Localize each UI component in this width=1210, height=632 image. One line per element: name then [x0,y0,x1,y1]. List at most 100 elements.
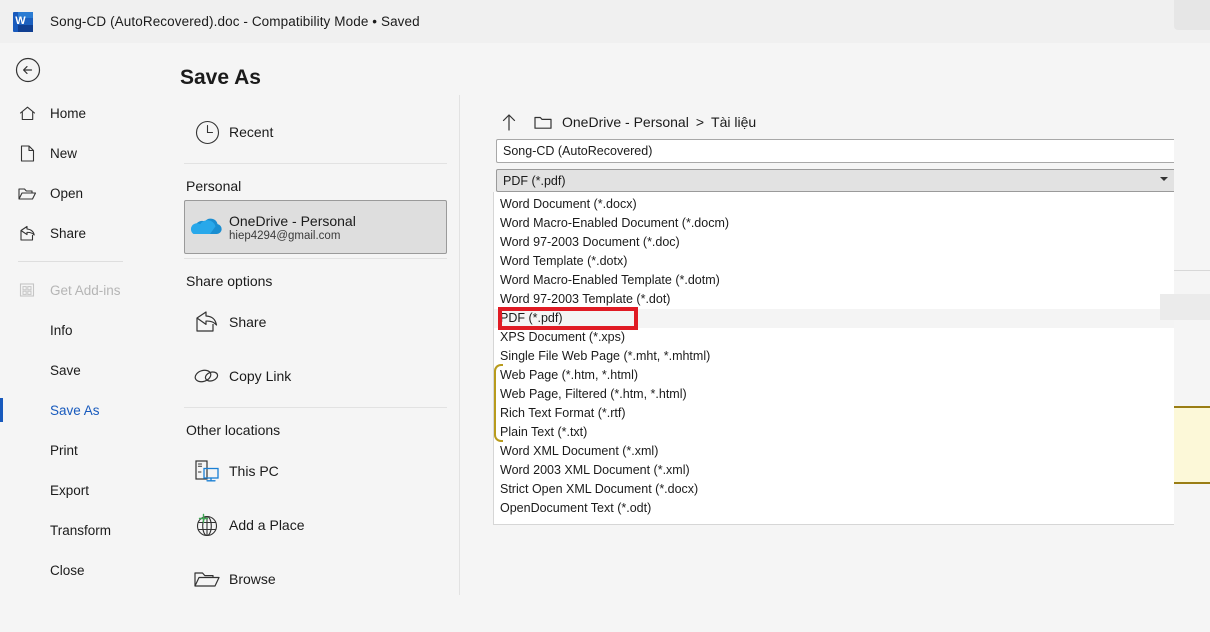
ribbon-tab-stub [1174,0,1210,30]
place-copy-link[interactable]: Copy Link [184,349,447,403]
place-label: OneDrive - Personal [229,212,356,229]
place-recent[interactable]: Recent [184,105,447,159]
file-type-option[interactable]: XPS Document (*.xps) [494,328,1174,347]
file-type-select[interactable]: PDF (*.pdf) [496,169,1176,192]
sidebar-item-open[interactable]: Open [0,173,139,213]
sidebar-item-save[interactable]: Save [0,350,139,390]
sidebar-item-label: Open [50,185,84,201]
file-type-option[interactable]: Plain Text (*.txt) [494,423,1174,442]
place-label: Add a Place [229,517,305,533]
sidebar-item-label: Export [50,482,90,498]
page-title: Save As [180,66,261,89]
save-as-places-column: Save As Recent Personal OneDrive - Perso… [139,43,460,632]
file-type-option[interactable]: Single File Web Page (*.mht, *.mhtml) [494,347,1174,366]
share-arrow-icon [185,305,229,339]
preview-highlight-band [1174,406,1210,484]
place-onedrive-personal[interactable]: OneDrive - Personal hiep4294@gmail.com [184,200,447,254]
document-preview-strip [1160,43,1210,632]
sidebar-item-print[interactable]: Print [0,430,139,470]
folder-open-icon [14,182,40,204]
document-title: Song-CD (AutoRecovered).doc - Compatibil… [50,14,420,29]
file-type-option[interactable]: Word Template (*.dotx) [494,252,1174,271]
breadcrumb-root[interactable]: OneDrive - Personal [562,114,689,130]
file-type-option[interactable]: Word 97-2003 Document (*.doc) [494,233,1174,252]
section-header-share-options: Share options [186,273,273,289]
file-type-option[interactable]: OpenDocument Text (*.odt) [494,499,1174,518]
sidebar-item-save-as[interactable]: Save As [0,390,139,430]
sidebar-item-label: Share [50,225,87,241]
this-pc-icon [185,454,229,488]
file-type-option[interactable]: Word Macro-Enabled Document (*.docm) [494,214,1174,233]
back-button[interactable] [14,56,42,84]
file-type-option[interactable]: Word Macro-Enabled Template (*.dotm) [494,271,1174,290]
place-label: Share [229,314,267,330]
sidebar-item-label: New [50,145,78,161]
add-place-globe-icon [185,508,229,542]
share-icon [14,222,40,244]
file-name-input[interactable] [496,139,1176,163]
section-divider [184,163,447,164]
sidebar-item-new[interactable]: New [0,133,139,173]
sidebar-item-share[interactable]: Share [0,213,139,253]
rail-divider [18,261,123,262]
preview-divider [1174,270,1210,271]
clock-icon [185,115,229,149]
section-header-personal: Personal [186,178,242,194]
file-type-option[interactable]: PDF (*.pdf) [494,309,1174,328]
folder-icon [185,562,229,596]
sidebar-item-label: Close [50,562,85,578]
sidebar-item-home[interactable]: Home [0,93,139,133]
title-bar: W Song-CD (AutoRecovered).doc - Compatib… [0,0,1210,43]
file-type-option[interactable]: Word Document (*.docx) [494,195,1174,214]
sidebar-item-export[interactable]: Export [0,470,139,510]
sidebar-item-label: Info [50,322,73,338]
section-divider [184,258,447,259]
new-doc-icon [14,142,40,164]
section-divider [184,407,447,408]
sidebar-item-label: Print [50,442,78,458]
link-icon [185,359,229,393]
backstage-navigation-rail: Home New Open Share Get Add-ins Info Sav… [0,43,139,632]
addins-icon [14,279,40,301]
file-type-selected-value: PDF (*.pdf) [503,173,566,188]
place-this-pc[interactable]: This PC [184,444,447,498]
place-share[interactable]: Share [184,295,447,349]
sidebar-item-close[interactable]: Close [0,550,139,590]
place-label: Recent [229,124,274,140]
file-type-option[interactable]: Web Page, Filtered (*.htm, *.html) [494,385,1174,404]
preview-gray-block [1160,294,1210,320]
file-type-dropdown-list[interactable]: Word Document (*.docx) Word Macro-Enabled… [493,192,1175,525]
sidebar-item-info[interactable]: Info [0,310,139,350]
folder-icon [532,112,554,132]
sidebar-item-transform[interactable]: Transform [0,510,139,550]
up-arrow-icon[interactable] [498,111,520,133]
place-label: Copy Link [229,368,292,384]
place-account: hiep4294@gmail.com [229,229,341,242]
breadcrumb-separator: > [695,114,705,130]
place-info: OneDrive - Personal hiep4294@gmail.com [229,213,356,242]
home-icon [14,102,40,124]
place-browse[interactable]: Browse [184,552,447,606]
chevron-down-icon [1160,177,1168,181]
word-logo-icon: W [13,11,35,33]
sidebar-item-get-addins: Get Add-ins [0,270,139,310]
sidebar-item-label: Save [50,362,81,378]
file-type-option[interactable]: Word 97-2003 Template (*.dot) [494,290,1174,309]
file-type-option[interactable]: Word XML Document (*.xml) [494,442,1174,461]
sidebar-item-label: Transform [50,522,112,538]
file-type-option[interactable]: Strict Open XML Document (*.docx) [494,480,1174,499]
file-type-option[interactable]: Word 2003 XML Document (*.xml) [494,461,1174,480]
place-label: Browse [229,571,276,587]
place-add-a-place[interactable]: Add a Place [184,498,447,552]
breadcrumb: OneDrive - Personal > Tài liệu [498,111,756,133]
breadcrumb-current[interactable]: Tài liệu [711,114,756,130]
save-as-detail-pane: OneDrive - Personal > Tài liệu PDF (*.pd… [460,43,1210,632]
sidebar-item-label: Home [50,105,87,121]
sidebar-item-label: Save As [50,402,100,418]
place-label: This PC [229,463,279,479]
word-backstage-save-as-screen: W Song-CD (AutoRecovered).doc - Compatib… [0,0,1210,632]
sidebar-item-label: Get Add-ins [50,282,121,298]
file-type-option[interactable]: Rich Text Format (*.rtf) [494,404,1174,423]
section-header-other-locations: Other locations [186,422,281,438]
file-type-option[interactable]: Web Page (*.htm, *.html) [494,366,1174,385]
